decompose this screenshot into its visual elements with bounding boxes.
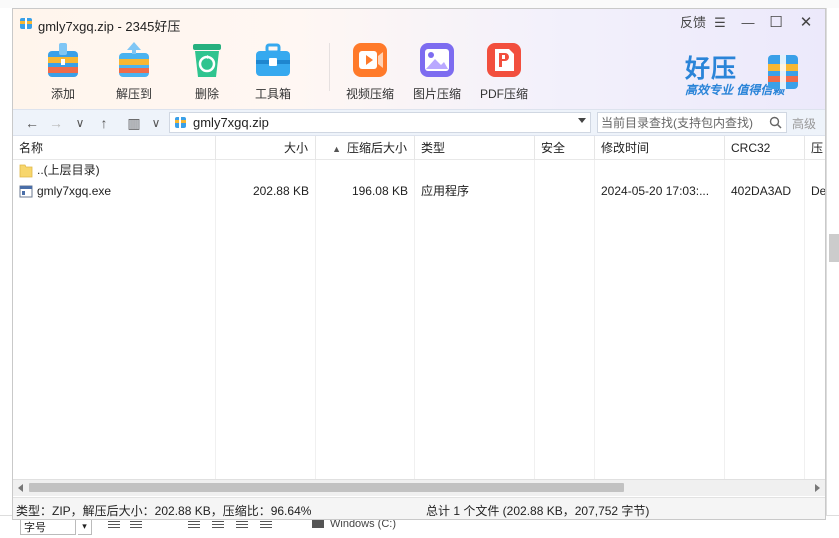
column-divider <box>414 160 415 479</box>
file-security <box>535 181 595 202</box>
add-label: 添加 <box>50 87 75 101</box>
view-mode-icon[interactable]: ▥ <box>125 113 143 133</box>
extract-icon <box>119 42 149 77</box>
background-right-strip <box>826 8 839 537</box>
justify-icon[interactable] <box>260 521 272 532</box>
column-divider <box>534 160 535 479</box>
file-size: 202.88 KB <box>252 184 309 198</box>
outdent-icon[interactable] <box>130 521 142 532</box>
parent-directory-row[interactable]: ..(上层目录) <box>13 160 825 181</box>
search-input[interactable] <box>601 114 763 131</box>
scroll-right-icon[interactable] <box>815 484 820 492</box>
toolbar-divider <box>329 43 330 91</box>
add-archive-icon <box>48 43 78 77</box>
column-header-type[interactable]: 类型 <box>415 136 535 160</box>
toolbox-label: 工具箱 <box>254 87 291 101</box>
path-text: gmly7xgq.zip <box>193 115 269 130</box>
close-button[interactable]: ✕ <box>796 14 816 32</box>
file-type: 应用程序 <box>421 184 470 198</box>
delete-label: 删除 <box>194 87 219 101</box>
drive-icon <box>312 520 324 529</box>
back-icon[interactable]: ← <box>23 113 41 133</box>
menu-icon[interactable]: ☰ <box>710 14 730 32</box>
extract-to-button[interactable]: 解压到 <box>107 39 161 105</box>
scrollbar-thumb[interactable] <box>29 483 624 492</box>
horizontal-scrollbar[interactable] <box>13 479 825 496</box>
font-size-field[interactable]: 字号 <box>20 518 76 535</box>
image-compress-button[interactable]: 图片压缩 <box>410 39 464 105</box>
file-modified: 2024-05-20 17:03:... <box>601 184 710 198</box>
pdf-compress-icon <box>487 43 521 77</box>
column-divider <box>804 160 805 479</box>
column-header-size[interactable]: 大小 <box>216 136 316 160</box>
align-left-icon[interactable] <box>188 521 200 532</box>
up-folder-icon[interactable]: ↑ <box>95 113 113 133</box>
file-crc32: 402DA3AD <box>731 184 792 198</box>
history-dropdown-icon[interactable]: ∨ <box>71 113 89 133</box>
add-button[interactable]: 添加 <box>36 39 90 105</box>
align-center-icon[interactable] <box>212 521 224 532</box>
file-total: 总计 1 个文件 (202.88 KB，207,752 字节) <box>426 504 650 518</box>
window-title: gmly7xgq.zip - 2345好压 <box>38 19 181 34</box>
navigation-bar: ← → ∨ ↑ ▥ ∨ gmly7xgq.zip 高级 <box>13 109 825 136</box>
title-bar: gmly7xgq.zip - 2345好压 反馈 ☰ — ☐ ✕ 添加 解压到 … <box>13 9 825 109</box>
file-packed-size: 196.08 KB <box>351 184 408 198</box>
file-name: gmly7xgq.exe <box>37 184 112 198</box>
exe-file-icon <box>19 185 33 198</box>
column-divider <box>315 160 316 479</box>
feedback-button[interactable]: 反馈 <box>679 14 707 32</box>
brand-name: 好压 <box>685 55 738 83</box>
scroll-left-icon[interactable] <box>18 484 23 492</box>
search-icon[interactable] <box>769 116 782 129</box>
path-dropdown-icon[interactable] <box>578 118 586 123</box>
file-list: ..(上层目录) gmly7xgq.exe 202.88 KB 196.08 K… <box>13 160 825 479</box>
pdf-compress-label: PDF压缩 <box>479 87 528 101</box>
recycle-bin-icon <box>193 44 221 77</box>
zip-file-icon <box>175 117 186 128</box>
indent-icon[interactable] <box>108 521 120 532</box>
pdf-compress-button[interactable]: PDF压缩 <box>477 39 531 105</box>
align-right-icon[interactable] <box>236 521 248 532</box>
folder-icon <box>19 164 33 178</box>
toolbox-button[interactable]: 工具箱 <box>246 39 300 105</box>
minimize-button[interactable]: — <box>738 14 758 32</box>
column-header-modified[interactable]: 修改时间 <box>595 136 725 160</box>
file-name: ..(上层目录) <box>37 163 100 177</box>
maximize-button[interactable]: ☐ <box>766 14 786 32</box>
brand-archive-icon <box>768 55 798 89</box>
column-header-ratio[interactable]: 压 <box>805 136 825 160</box>
column-header-packed-size-label: 压缩后大小 <box>346 141 407 155</box>
image-compress-icon <box>420 43 454 77</box>
video-compress-button[interactable]: 视频压缩 <box>343 39 397 105</box>
forward-icon[interactable]: → <box>47 113 65 133</box>
brand-banner: 好压 高效专业 值得信赖 <box>685 49 803 105</box>
column-divider <box>724 160 725 479</box>
extract-to-label: 解压到 <box>115 87 152 101</box>
status-bar: 类型：ZIP，解压后大小：202.88 KB，压缩比：96.64% 总计 1 个… <box>13 497 825 519</box>
file-list-header: 名称 大小 ▲ 压缩后大小 类型 安全 修改时间 CRC32 压 <box>13 136 825 160</box>
table-row[interactable]: gmly7xgq.exe 202.88 KB 196.08 KB 应用程序 20… <box>13 181 825 202</box>
haozip-window: gmly7xgq.zip - 2345好压 反馈 ☰ — ☐ ✕ 添加 解压到 … <box>12 8 826 520</box>
search-box <box>597 112 787 133</box>
column-header-packed-size[interactable]: ▲ 压缩后大小 <box>316 136 415 160</box>
font-size-dropdown[interactable]: ▾ <box>78 518 92 535</box>
toolbox-icon <box>256 43 290 76</box>
video-compress-label: 视频压缩 <box>345 87 394 101</box>
column-header-crc32[interactable]: CRC32 <box>725 136 805 160</box>
column-divider <box>215 160 216 479</box>
view-dropdown-icon[interactable]: ∨ <box>147 113 165 133</box>
sort-ascending-icon: ▲ <box>332 144 341 154</box>
file-ratio: De <box>811 184 825 198</box>
path-bar[interactable]: gmly7xgq.zip <box>169 112 591 133</box>
advanced-search-button[interactable]: 高级 <box>792 115 816 132</box>
image-compress-label: 图片压缩 <box>412 87 461 101</box>
column-header-name[interactable]: 名称 <box>13 136 216 160</box>
archive-info: 类型：ZIP，解压后大小：202.88 KB，压缩比：96.64% <box>16 504 312 518</box>
video-compress-icon <box>353 43 387 77</box>
app-logo-icon <box>20 18 32 29</box>
column-header-security[interactable]: 安全 <box>535 136 595 160</box>
delete-button[interactable]: 删除 <box>180 39 234 105</box>
column-divider <box>594 160 595 479</box>
background-scroll-marker <box>829 234 839 262</box>
